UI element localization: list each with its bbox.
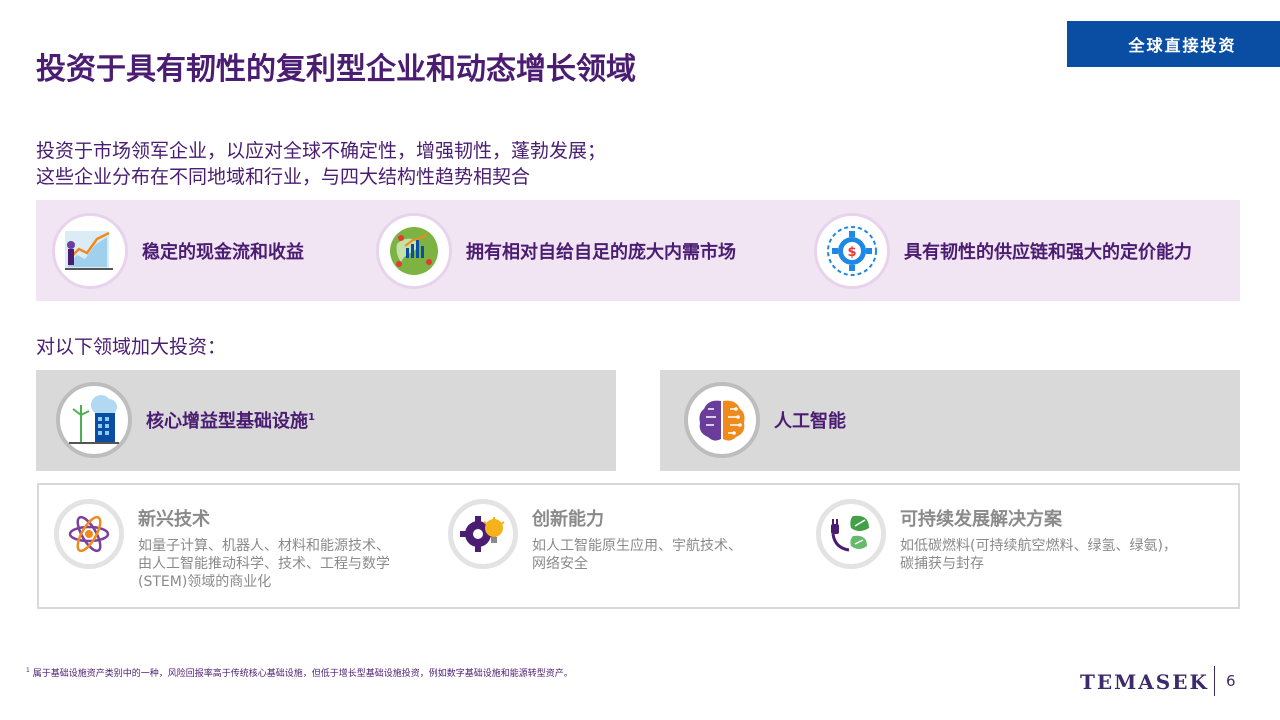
tech-item-innovation: 创新能力 如人工智能原生应用、宇航技术、 网络安全: [448, 497, 742, 573]
tech-desc-line: 由人工智能推动科学、技术、工程与数学: [138, 556, 390, 572]
growth-chart-icon: [52, 213, 128, 289]
slide-title: 投资于具有韧性的复利型企业和动态增长领域: [36, 52, 636, 87]
focus-label-ai: 人工智能: [774, 411, 846, 432]
page-number: 6: [1226, 672, 1236, 690]
focus-item-infrastructure: 核心增益型基础设施1: [56, 382, 315, 458]
tech-desc-emerging: 如量子计算、机器人、材料和能源技术、 由人工智能推动科学、技术、工程与数学 (S…: [138, 537, 390, 591]
tech-desc-line: 如低碳燃料(可持续航空燃料、绿氢、绿氨)，: [900, 538, 1177, 554]
footer-divider: [1214, 666, 1215, 696]
temasek-logo: TEMASEK: [1080, 670, 1209, 694]
focus-label-infrastructure: 核心增益型基础设施1: [146, 411, 315, 432]
focus-item-ai: 人工智能: [684, 382, 846, 458]
tech-title-innovation: 创新能力: [532, 509, 604, 530]
tech-text-sustainable: 可持续发展解决方案 如低碳燃料(可持续航空燃料、绿氢、绿氨)， 碳捕获与封存: [900, 497, 1177, 573]
intro-text: 投资于市场领军企业，以应对全球不确定性，增强韧性，蓬勃发展； 这些企业分布在不同…: [36, 138, 606, 190]
infrastructure-icon: [56, 382, 132, 458]
band-item-market: 拥有相对自给自足的庞大内需市场: [376, 213, 736, 289]
leaf-plug-icon: [816, 499, 886, 569]
tech-desc-line: (STEM)领域的商业化: [138, 574, 272, 590]
tech-item-sustainable: 可持续发展解决方案 如低碳燃料(可持续航空燃料、绿氢、绿氨)， 碳捕获与封存: [816, 497, 1177, 573]
tech-box: 新兴技术 如量子计算、机器人、材料和能源技术、 由人工智能推动科学、技术、工程与…: [37, 483, 1240, 609]
tech-text-emerging: 新兴技术 如量子计算、机器人、材料和能源技术、 由人工智能推动科学、技术、工程与…: [138, 497, 390, 591]
tech-desc-innovation: 如人工智能原生应用、宇航技术、 网络安全: [532, 537, 742, 573]
footnote: 1 属于基础设施资产类别中的一种，风险回报率高于传统核心基础设施，但低于增长型基…: [26, 667, 573, 679]
tech-desc-line: 如量子计算、机器人、材料和能源技术、: [138, 538, 390, 554]
intro-line-1: 投资于市场领军企业，以应对全球不确定性，增强韧性，蓬勃发展；: [36, 140, 607, 162]
focus-box-infrastructure: 核心增益型基础设施1: [36, 370, 616, 471]
resilience-band: 稳定的现金流和收益 拥有相对自给自足的庞大内需市场 $ 具有韧性的供应链和强大的…: [36, 200, 1240, 301]
focus-box-ai: 人工智能: [660, 370, 1240, 471]
tech-title-sustainable: 可持续发展解决方案: [900, 509, 1062, 530]
globe-market-icon: [376, 213, 452, 289]
tech-desc-line: 如人工智能原生应用、宇航技术、: [532, 538, 742, 554]
band-label-supplychain: 具有韧性的供应链和强大的定价能力: [904, 242, 1192, 263]
band-item-cashflow: 稳定的现金流和收益: [52, 213, 304, 289]
tech-item-emerging: 新兴技术 如量子计算、机器人、材料和能源技术、 由人工智能推动科学、技术、工程与…: [54, 497, 390, 591]
intro-line-2: 这些企业分布在不同地域和行业，与四大结构性趋势相契合: [36, 166, 531, 188]
tech-desc-line: 碳捕获与封存: [900, 556, 984, 572]
tech-desc-line: 网络安全: [532, 556, 588, 572]
band-label-cashflow: 稳定的现金流和收益: [142, 242, 304, 263]
gear-dollar-icon: $: [814, 213, 890, 289]
ai-brain-icon: [684, 382, 760, 458]
section-tag: 全球直接投资: [1067, 21, 1280, 67]
tech-title-emerging: 新兴技术: [138, 509, 210, 530]
tech-desc-sustainable: 如低碳燃料(可持续航空燃料、绿氢、绿氨)， 碳捕获与封存: [900, 537, 1177, 573]
gear-bulb-icon: [448, 499, 518, 569]
band-item-supplychain: $ 具有韧性的供应链和强大的定价能力: [814, 213, 1192, 289]
atom-icon: [54, 499, 124, 569]
tech-text-innovation: 创新能力 如人工智能原生应用、宇航技术、 网络安全: [532, 497, 742, 573]
band-label-market: 拥有相对自给自足的庞大内需市场: [466, 242, 736, 263]
focus-subhead: 对以下领域加大投资：: [36, 336, 227, 358]
svg-text:$: $: [847, 245, 856, 260]
